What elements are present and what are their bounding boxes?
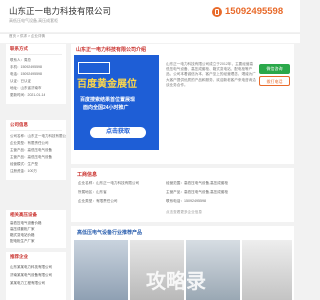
business-cell: 联系电话：15092495598 [166, 199, 206, 203]
nav-bar [0, 33, 300, 43]
info-row: 主营产品：高低压电气设备 [10, 148, 52, 152]
recommend-link[interactable]: 济南某某电气设备有限公司 [10, 273, 66, 278]
company-description: 山东正一电力科技有限公司成立于2012年，主要经营高低压电气设备、高压成套柜、箱… [166, 62, 256, 87]
ad-line: 面向全国24小时推广 [83, 105, 129, 111]
business-info-title: 工商信息 [77, 172, 98, 178]
ad-frame [78, 62, 110, 74]
info-row: 公司名称：山东正一电力科技有限公司 [10, 134, 66, 138]
products-title: 高低压电气设备行业推荐产品 [77, 230, 143, 236]
contact-row: 联系人：周总 [10, 58, 31, 62]
call-button[interactable]: 拨打电话 [259, 76, 290, 86]
company-title[interactable]: 山东正一电力科技有限公司 [9, 5, 111, 17]
ad-line: 百度搜索结果首位置展现 [80, 97, 136, 103]
contact-row: 更新时间：2021-01-14 [10, 93, 46, 97]
divider [10, 54, 62, 55]
contact-row: 手机：15092495598 [10, 65, 42, 69]
contact-row: 认证：已认证 [10, 79, 31, 83]
info-row: 主营产品：高低压电气设备 [10, 155, 52, 159]
phone-icon [212, 7, 222, 17]
business-cell: 主营产品：高低压电气设备,高压成套柜 [166, 190, 229, 194]
wechat-button[interactable]: 微信咨询 [259, 64, 290, 74]
info-row: 注册资金：100万 [10, 169, 37, 173]
related-link[interactable]: 配电柜生产厂家 [10, 239, 35, 244]
recommend-link[interactable]: 某某电力工程有限公司 [10, 281, 66, 286]
related-title: 相关高压设备 [10, 212, 37, 217]
watermark-text: 攻略录 [146, 271, 206, 293]
divider [10, 130, 62, 131]
related-link[interactable]: 箱式变电站价格 [10, 233, 35, 238]
business-cell: 经营范围：高低压电气设备,高压成套柜 [166, 181, 229, 185]
contact-row: 地址：山东省济南市 [10, 86, 42, 90]
product-image[interactable] [242, 240, 292, 300]
recommend-title: 推荐企业 [10, 254, 28, 259]
business-cell: 企业类型：有限责任公司 [78, 199, 118, 203]
product-image[interactable] [74, 240, 128, 300]
related-link[interactable]: 高低压电气设备价格 [10, 221, 42, 226]
company-info-title: 公司信息 [10, 122, 28, 127]
intro-title: 山东正一电力科技有限公司介绍 [76, 47, 147, 53]
business-cell: 企业名称：山东正一电力科技有限公司 [78, 181, 140, 185]
ad-headline: 百度黄金展位 [77, 79, 137, 90]
contact-title: 联系方式 [10, 46, 28, 51]
business-cell: 所属地区：山东省 [78, 190, 107, 194]
related-link[interactable]: 高压成套柜厂家 [10, 227, 35, 232]
info-row: 经营模式：生产型 [10, 162, 38, 166]
recommend-link[interactable]: 山东某某电力科技有限公司 [10, 265, 66, 270]
header-phone[interactable]: 15092495598 [225, 6, 283, 17]
breadcrumb[interactable]: 首页 > 供求 > 企业详情 [9, 34, 45, 39]
company-subtitle: 高低压电气设备,高压成套柜 [9, 18, 59, 23]
contact-row: 电话：15092495598 [10, 72, 42, 76]
more-info-link[interactable]: 点击查看更多企业信息 [166, 210, 202, 215]
info-row: 企业类型：有限责任公司 [10, 141, 49, 145]
ad-cta-button[interactable]: 点击获取 [90, 127, 146, 138]
